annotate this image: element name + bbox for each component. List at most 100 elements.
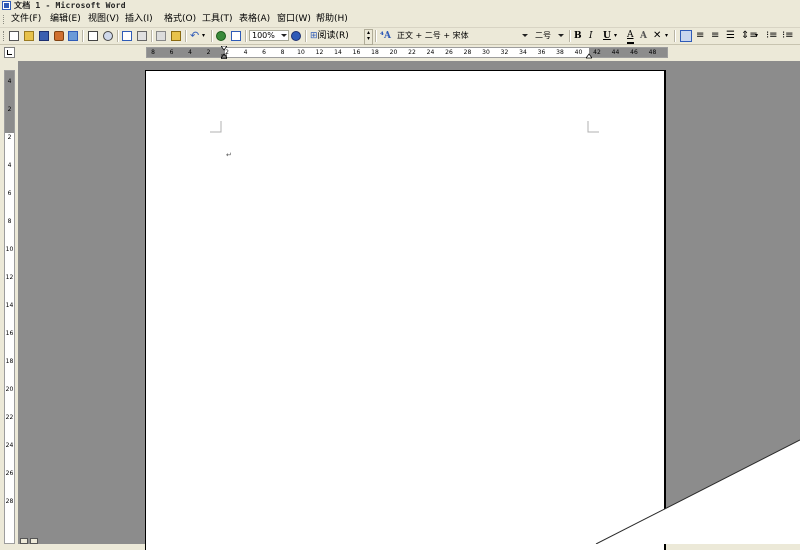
tab-selector[interactable] [4,47,15,58]
font-color-button[interactable]: A [627,30,634,44]
character-scale-button[interactable]: A [640,30,647,42]
print-preview-icon[interactable] [103,31,113,41]
toolbar: ↶ ▾ 100% ⊞阅读(R) ▴ ▾ ⁴A 正文 + 二号 + 宋体 二号 B … [0,28,800,45]
ruler-number: 2 [7,106,12,113]
first-line-indent-icon[interactable] [221,46,227,59]
print-icon[interactable] [88,31,98,41]
ruler-number: 16 [352,49,361,56]
ruler-number: 2 [206,49,211,56]
zoom-value: 100% [252,31,275,40]
line-spacing-dropdown-icon[interactable]: ▾ [755,30,758,42]
tables-borders-icon[interactable] [231,31,241,41]
bold-button[interactable]: B [574,30,582,42]
align-justify-icon[interactable] [680,30,692,42]
normal-view-icon[interactable] [20,538,28,544]
ruler-number: 10 [297,49,305,56]
copy-icon[interactable] [156,31,166,41]
numbering-icon[interactable]: ⁝≡ [766,30,778,42]
paste-icon[interactable] [171,31,181,41]
align-right-icon[interactable]: ≡ [711,30,719,42]
email-icon[interactable] [68,31,78,41]
open-folder-icon[interactable] [24,31,34,41]
menu-table[interactable]: 表格(A) [239,13,270,26]
toolbar-separator [569,30,571,42]
ruler-number: 8 [151,49,155,56]
toolbar-options-icon[interactable]: ▴ ▾ [364,29,373,45]
ruler-number: 28 [5,498,14,505]
toolbar-separator [305,30,307,42]
italic-button[interactable]: I [589,30,593,42]
menu-insert[interactable]: 插入(I) [125,13,153,26]
ruler-number: 14 [5,302,14,309]
ruler-number: 26 [445,49,453,56]
toolbar-grip[interactable] [3,31,6,41]
ruler-number: 10 [5,246,14,253]
ruler-number: 34 [519,49,527,56]
right-indent-icon[interactable] [586,46,592,59]
chevron-down-icon [558,34,564,37]
read-mode-button[interactable]: ⊞阅读(R) [310,30,349,42]
document-page[interactable]: ↵ [145,70,666,550]
ruler-number: 14 [334,49,342,56]
align-center-icon[interactable]: ≡ [696,30,704,42]
toolbar-separator [211,30,213,42]
menu-edit[interactable]: 编辑(E) [50,13,81,26]
menu-view[interactable]: 视图(V) [88,13,119,26]
new-document-icon[interactable] [9,31,19,41]
ruler-number: 38 [556,49,564,56]
ruler-number: 36 [537,49,546,56]
ruler-number: 40 [574,49,583,56]
menu-tools[interactable]: 工具(T) [202,13,233,26]
ruler-number: 20 [5,386,14,393]
web-view-icon[interactable] [30,538,38,544]
distributed-icon[interactable]: ☰ [726,30,735,42]
underline-button[interactable]: U [603,30,611,42]
chevron-down-icon [522,34,528,37]
menu-file[interactable]: 文件(F) [11,13,41,26]
menu-format[interactable]: 格式(O) [164,13,196,26]
ruler-number: 12 [5,274,14,281]
help-icon[interactable] [291,31,301,41]
research-icon[interactable] [137,31,147,41]
ruler-number: 24 [5,442,14,449]
undo-icon[interactable]: ↶ [190,30,199,42]
save-icon[interactable] [39,31,49,41]
menu-help[interactable]: 帮助(H) [316,13,348,26]
hyperlink-icon[interactable] [216,31,226,41]
ruler-number: 8 [7,218,12,225]
crop-mark-top-right [587,121,599,133]
vertical-ruler[interactable]: 4 2 2 4 6 8 10 12 14 16 18 20 22 24 26 28 [4,70,15,544]
font-size-combo[interactable]: 二号 [532,30,566,41]
ruler-number: 6 [169,49,174,56]
styles-formatting-icon[interactable]: ⁴A [380,30,391,42]
menu-window[interactable]: 窗口(W) [277,13,311,26]
word-app-icon[interactable] [2,1,11,10]
bullets-icon[interactable]: ⁝≡ [782,30,794,42]
read-mode-label: 阅读(R) [317,31,349,41]
ruler-number: 20 [389,49,398,56]
ruler-left-margin [147,48,225,57]
toolbar-separator [245,30,247,42]
toolbar-separator [674,30,676,42]
ruler-number: 42 [593,49,601,56]
ruler-number: 2 [7,134,12,141]
menu-grip[interactable] [3,15,6,24]
paragraph-mark-icon: ↵ [226,151,232,159]
ruler-number: 4 [188,49,192,56]
ruler-number: 32 [500,49,509,56]
ruler-number: 22 [5,414,14,421]
underline-dropdown-icon[interactable]: ▾ [614,30,617,42]
spelling-icon[interactable] [122,31,132,41]
crop-mark-top-left [210,121,222,133]
toolbar-separator [151,30,153,42]
ruler-number: 8 [280,49,285,56]
permission-icon[interactable] [54,31,64,41]
symbol-dropdown-icon[interactable]: ▾ [665,30,668,42]
symbol-icon[interactable]: ✕ [653,30,661,42]
ruler-number: 18 [371,49,379,56]
undo-dropdown-icon[interactable]: ▾ [202,30,205,42]
zoom-combo[interactable]: 100% [249,30,289,41]
ruler-number: 18 [5,358,14,365]
toolbar-separator [375,30,377,42]
style-combo[interactable]: 正文 + 二号 + 宋体 [394,30,530,41]
